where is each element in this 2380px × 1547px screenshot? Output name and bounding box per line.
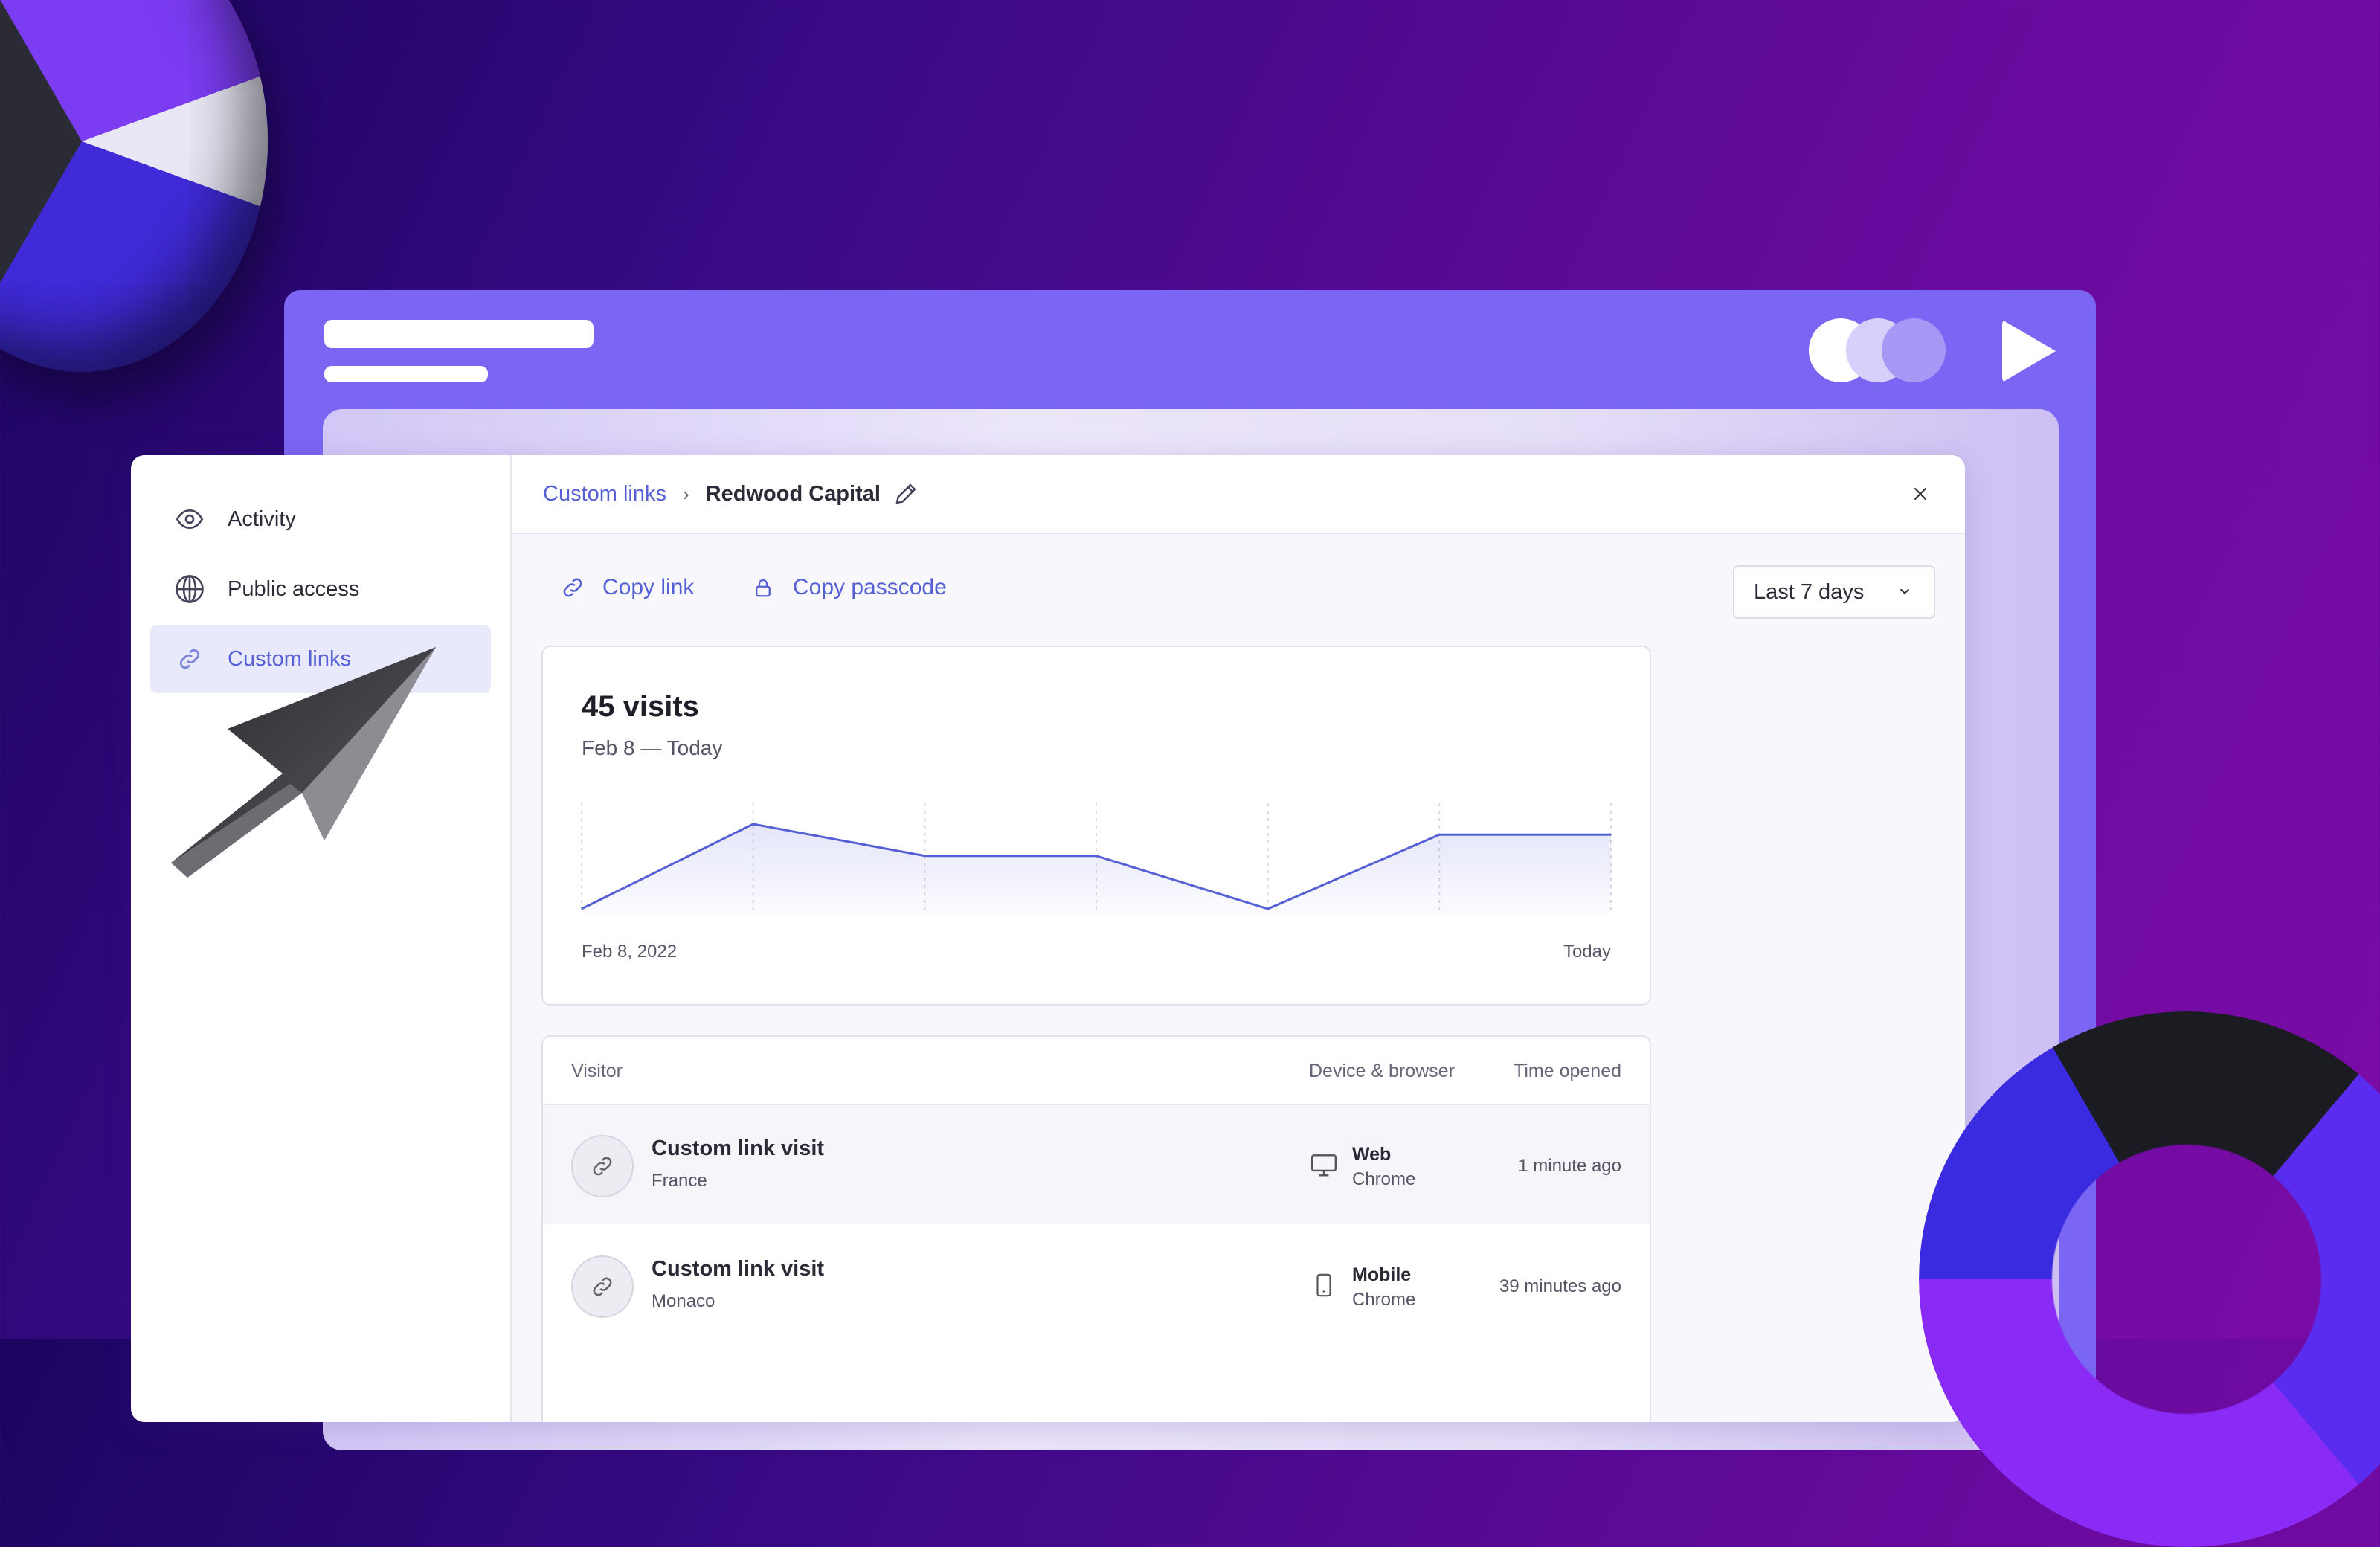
copy-passcode-label: Copy passcode <box>793 575 947 600</box>
avatar <box>1882 318 1946 382</box>
play-icon[interactable] <box>2002 320 2056 382</box>
phone-icon <box>1309 1270 1339 1300</box>
device-type: Web <box>1352 1144 1391 1165</box>
column-header-visitor: Visitor <box>571 1061 623 1082</box>
table-header: Visitor Device & browser Time opened <box>543 1037 1650 1105</box>
close-icon[interactable] <box>1904 477 1937 510</box>
sidebar-item-public-access[interactable]: Public access <box>150 555 491 623</box>
visit-location: Monaco <box>652 1291 715 1312</box>
main-content: Custom links › Redwood Capital Copy link <box>512 455 1965 1422</box>
page-title: Redwood Capital <box>706 482 881 506</box>
sidebar-item-label: Public access <box>228 577 359 602</box>
avatar-group <box>1809 318 1950 382</box>
chart-area <box>582 824 1611 915</box>
time-opened: 1 minute ago <box>1518 1156 1621 1177</box>
breadcrumb-link-custom-links[interactable]: Custom links <box>543 482 666 506</box>
copy-passcode-button[interactable]: Copy passcode <box>748 573 947 602</box>
cursor-arrow-icon <box>156 647 454 892</box>
device-type: Mobile <box>1352 1264 1411 1286</box>
link-icon <box>558 573 588 602</box>
breadcrumb: Custom links › Redwood Capital <box>512 455 1965 534</box>
visits-line-chart <box>582 803 1611 915</box>
visit-location: France <box>652 1171 707 1191</box>
date-range-value: Last 7 days <box>1754 580 1864 605</box>
x-axis-end-label: Today <box>1563 942 1611 962</box>
globe-icon <box>173 572 207 606</box>
eye-icon <box>173 502 207 536</box>
sidebar-item-activity[interactable]: Activity <box>150 485 491 553</box>
link-icon <box>571 1255 634 1318</box>
share-settings-panel: Activity Public access Custom links Cust… <box>131 455 1965 1422</box>
sidebar: Activity Public access Custom links <box>131 455 512 1422</box>
visits-date-range: Feb 8 — Today <box>582 736 722 760</box>
visit-title: Custom link visit <box>652 1136 824 1161</box>
column-header-time: Time opened <box>1514 1061 1621 1082</box>
visits-chart-card: 45 visits Feb 8 — Today Feb 8, 2022 Toda… <box>541 646 1651 1006</box>
browser-name: Chrome <box>1352 1290 1415 1310</box>
visits-count: 45 visits <box>582 690 699 724</box>
pencil-icon[interactable] <box>892 479 922 509</box>
subtitle-placeholder-bar <box>324 366 488 382</box>
decorative-pie-object <box>0 0 268 372</box>
sidebar-item-label: Activity <box>228 507 296 532</box>
visitor-table: Visitor Device & browser Time opened Cus… <box>541 1035 1651 1422</box>
copy-link-label: Copy link <box>602 575 694 600</box>
date-range-select[interactable]: Last 7 days <box>1733 565 1935 619</box>
time-opened: 39 minutes ago <box>1499 1276 1621 1297</box>
x-axis-start-label: Feb 8, 2022 <box>582 942 677 962</box>
chevron-right-icon: › <box>683 483 689 506</box>
browser-name: Chrome <box>1352 1169 1415 1190</box>
table-row[interactable]: Custom link visit Monaco Mobile Chrome 3… <box>543 1226 1650 1345</box>
link-icon <box>571 1135 634 1197</box>
copy-link-button[interactable]: Copy link <box>558 573 694 602</box>
visit-title: Custom link visit <box>652 1257 824 1281</box>
chevron-down-icon <box>1897 582 1916 601</box>
table-row[interactable]: Custom link visit France Web Chrome 1 mi… <box>543 1105 1650 1224</box>
title-placeholder-bar <box>324 320 594 348</box>
monitor-icon <box>1309 1150 1339 1180</box>
column-header-device: Device & browser <box>1309 1061 1455 1082</box>
lock-icon <box>748 573 778 602</box>
